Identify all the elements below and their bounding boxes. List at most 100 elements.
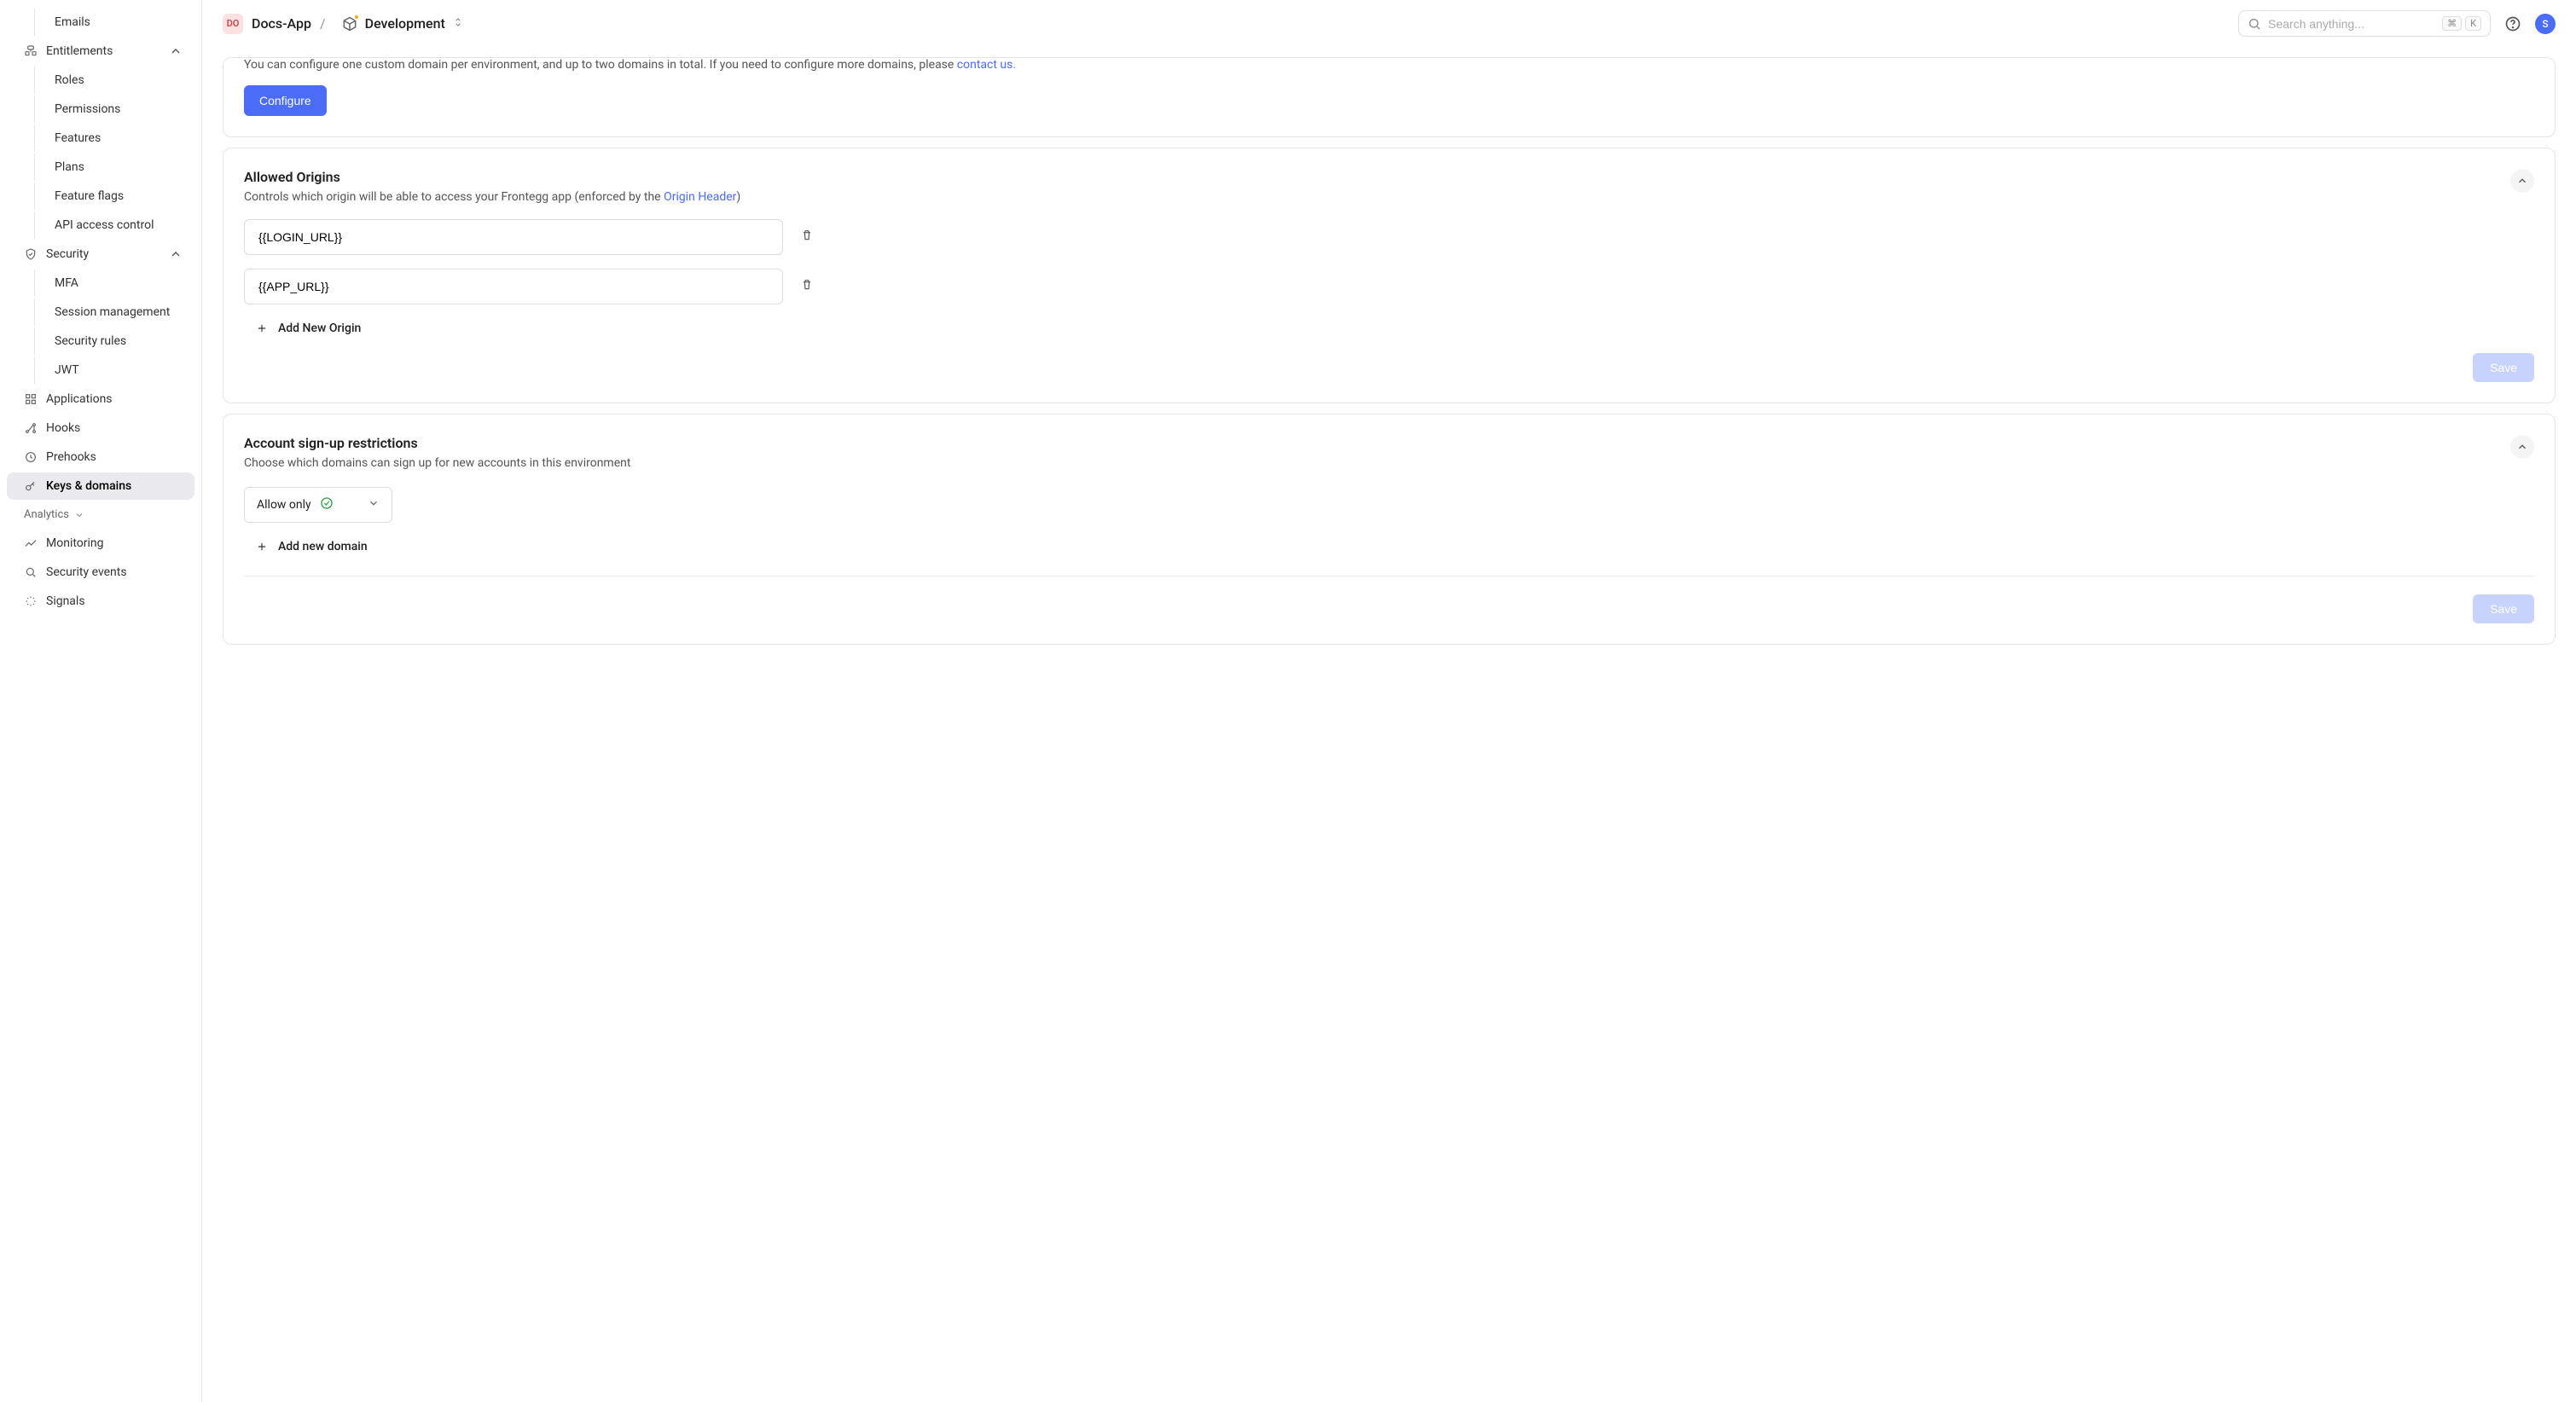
add-origin-label: Add New Origin xyxy=(278,322,361,335)
check-circle-icon xyxy=(320,496,334,513)
sidebar-item-label: Security events xyxy=(46,565,127,579)
sidebar-item-keys-domains[interactable]: Keys & domains xyxy=(7,472,194,500)
sidebar-item-security-events[interactable]: Security events xyxy=(7,559,194,586)
allowed-origins-card: Allowed Origins Controls which origin wi… xyxy=(223,148,2556,403)
chevron-up-icon xyxy=(169,44,183,58)
origin-row xyxy=(244,269,2534,304)
allowed-origins-desc-prefix: Controls which origin will be able to ac… xyxy=(244,190,664,204)
sidebar-section-label: Analytics xyxy=(24,508,69,521)
custom-domain-desc: You can configure one custom domain per … xyxy=(244,58,2534,72)
sidebar-item-label: JWT xyxy=(55,363,79,377)
save-signup-button[interactable]: Save xyxy=(2473,594,2534,623)
sidebar-item-label: Features xyxy=(55,131,101,145)
sidebar-item-applications[interactable]: Applications xyxy=(7,385,194,413)
configure-button[interactable]: Configure xyxy=(244,85,327,116)
sidebar-item-label: Hooks xyxy=(46,421,80,435)
sidebar-item-emails[interactable]: Emails xyxy=(7,9,194,36)
sidebar-item-security-rules[interactable]: Security rules xyxy=(7,327,194,355)
plus-icon xyxy=(256,322,268,334)
sidebar-item-label: Security rules xyxy=(55,334,126,348)
monitoring-icon xyxy=(24,536,38,550)
env-status-dot xyxy=(353,14,360,20)
collapse-button[interactable] xyxy=(2510,169,2534,193)
sidebar-item-label: Monitoring xyxy=(46,536,104,550)
delete-origin-button[interactable] xyxy=(800,229,814,246)
delete-origin-button[interactable] xyxy=(800,278,814,295)
select-value: Allow only xyxy=(257,498,311,512)
hooks-icon xyxy=(24,421,38,435)
cube-icon xyxy=(341,15,358,32)
sidebar-item-label: Emails xyxy=(55,15,90,29)
org-name[interactable]: Docs-App xyxy=(252,15,311,32)
env-name: Development xyxy=(365,15,445,32)
custom-domain-card: You can configure one custom domain per … xyxy=(223,57,2556,137)
origin-input-1[interactable] xyxy=(244,269,783,304)
origin-header-link[interactable]: Origin Header xyxy=(664,190,736,204)
sidebar-item-features[interactable]: Features xyxy=(7,125,194,152)
sidebar-item-label: Keys & domains xyxy=(46,479,131,493)
env-selector[interactable]: Development xyxy=(334,12,471,36)
sidebar-item-label: Security xyxy=(46,247,89,261)
sidebar: Emails Entitlements Roles Permissions Fe… xyxy=(0,0,202,1402)
plus-icon xyxy=(256,541,268,553)
breadcrumb: DO Docs-App / Development xyxy=(223,12,471,36)
sidebar-item-label: Entitlements xyxy=(46,44,113,58)
chevron-down-icon xyxy=(74,510,84,520)
custom-domain-desc-text: You can configure one custom domain per … xyxy=(244,58,957,72)
sidebar-group-entitlements[interactable]: Entitlements xyxy=(7,38,194,65)
breadcrumb-separator: / xyxy=(320,15,326,32)
save-origins-button[interactable]: Save xyxy=(2473,353,2534,382)
help-button[interactable] xyxy=(2501,12,2525,36)
search-input[interactable] xyxy=(2268,17,2435,31)
restriction-mode-select[interactable]: Allow only xyxy=(244,487,392,523)
sidebar-item-label: Permissions xyxy=(55,102,120,116)
entitlements-icon xyxy=(24,44,38,58)
sidebar-item-monitoring[interactable]: Monitoring xyxy=(7,530,194,557)
add-domain-button[interactable]: Add new domain xyxy=(244,540,2534,553)
sidebar-item-api-access-control[interactable]: API access control xyxy=(7,211,194,239)
key-icon xyxy=(24,479,38,493)
sidebar-item-session-management[interactable]: Session management xyxy=(7,298,194,326)
signals-icon xyxy=(24,594,38,608)
sidebar-item-permissions[interactable]: Permissions xyxy=(7,96,194,123)
sidebar-item-label: Session management xyxy=(55,305,170,319)
sidebar-item-feature-flags[interactable]: Feature flags xyxy=(7,182,194,210)
sidebar-item-label: Feature flags xyxy=(55,189,124,203)
sidebar-item-label: Prehooks xyxy=(46,450,96,464)
sidebar-item-jwt[interactable]: JWT xyxy=(7,356,194,384)
user-avatar[interactable]: S xyxy=(2535,14,2556,34)
sidebar-item-label: Roles xyxy=(55,73,84,87)
sidebar-item-label: Signals xyxy=(46,594,85,608)
sidebar-item-label: API access control xyxy=(55,218,154,232)
origin-row xyxy=(244,219,2534,255)
origin-input-0[interactable] xyxy=(244,219,783,255)
sidebar-section-analytics[interactable]: Analytics xyxy=(7,501,194,528)
chevron-up-icon xyxy=(169,247,183,261)
search-box[interactable]: ⌘ K xyxy=(2238,10,2491,37)
shield-check-icon xyxy=(24,247,38,261)
kbd-cmd: ⌘ xyxy=(2442,16,2462,31)
signup-restrictions-card: Account sign-up restrictions Choose whic… xyxy=(223,414,2556,645)
signup-desc: Choose which domains can sign up for new… xyxy=(244,456,630,470)
sidebar-item-signals[interactable]: Signals xyxy=(7,588,194,615)
search-icon xyxy=(2248,17,2261,31)
prehooks-icon xyxy=(24,450,38,464)
org-badge: DO xyxy=(223,14,243,34)
allowed-origins-desc-suffix: ) xyxy=(736,190,740,204)
collapse-button[interactable] xyxy=(2510,435,2534,459)
allowed-origins-desc: Controls which origin will be able to ac… xyxy=(244,190,740,204)
sidebar-item-mfa[interactable]: MFA xyxy=(7,269,194,297)
chevron-down-icon xyxy=(342,497,380,513)
sidebar-item-label: Plans xyxy=(55,160,84,174)
sidebar-item-prehooks[interactable]: Prehooks xyxy=(7,443,194,471)
header-bar: DO Docs-App / Development ⌘ xyxy=(202,0,2576,47)
sidebar-item-label: Applications xyxy=(46,392,113,406)
contact-us-link[interactable]: contact us. xyxy=(957,58,1016,72)
sidebar-group-security[interactable]: Security xyxy=(7,240,194,268)
add-domain-label: Add new domain xyxy=(278,540,368,553)
sidebar-item-roles[interactable]: Roles xyxy=(7,67,194,94)
sidebar-item-plans[interactable]: Plans xyxy=(7,154,194,181)
sidebar-item-hooks[interactable]: Hooks xyxy=(7,414,194,442)
sort-icon xyxy=(452,15,464,32)
add-origin-button[interactable]: Add New Origin xyxy=(244,322,2534,335)
